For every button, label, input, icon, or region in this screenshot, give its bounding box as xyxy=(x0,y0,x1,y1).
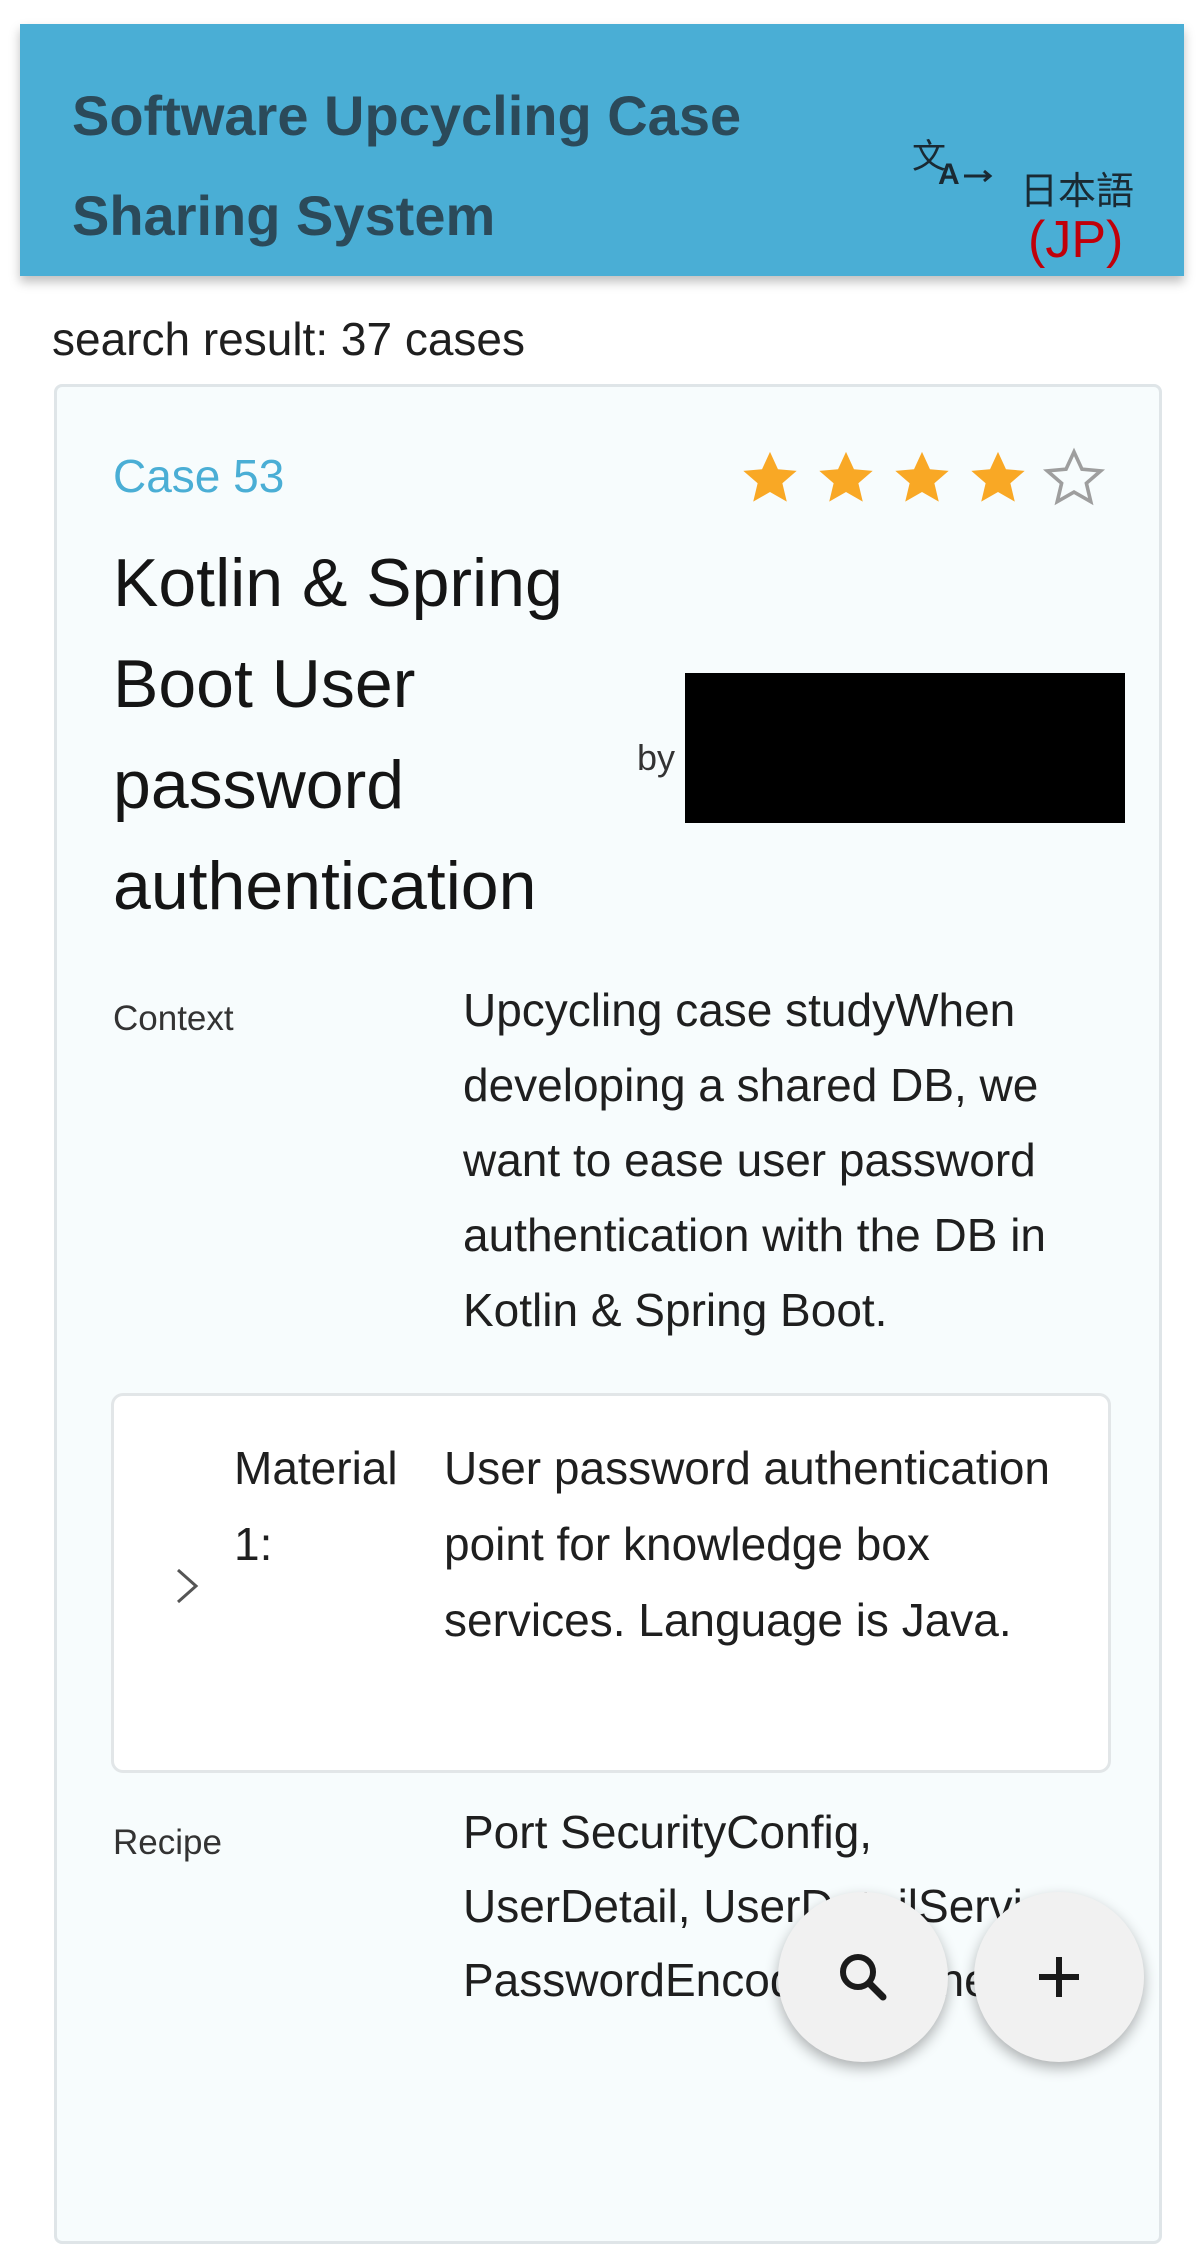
case-id-link[interactable]: Case 53 xyxy=(113,449,284,503)
context-text: Upcycling case studyWhen developing a sh… xyxy=(463,984,1047,1336)
app-title: Software Upcycling Case Sharing System xyxy=(72,84,742,247)
star-filled-icon[interactable] xyxy=(737,445,803,511)
recipe-label: Recipe xyxy=(113,1823,222,1862)
search-result-count: search result: 37 cases xyxy=(52,313,526,365)
author-by-label: by xyxy=(637,737,676,778)
material-text: User password authentication point for k… xyxy=(444,1442,1050,1646)
add-icon xyxy=(1039,1957,1079,1997)
language-switch-button[interactable]: 文 A 日本語 (JP) xyxy=(900,110,1160,269)
star-filled-icon[interactable] xyxy=(813,445,879,511)
case-title: Kotlin & Spring Boot User password authe… xyxy=(113,545,563,924)
svg-text:A: A xyxy=(938,158,960,191)
search-icon xyxy=(840,1954,887,2001)
chevron-right-icon[interactable] xyxy=(170,1562,204,1610)
star-filled-icon[interactable] xyxy=(889,445,955,511)
star-rating[interactable] xyxy=(737,445,1157,525)
add-case-button[interactable] xyxy=(974,1892,1144,2062)
context-label: Context xyxy=(113,999,234,1038)
language-label: 日本語 xyxy=(1020,169,1135,213)
star-outline-icon[interactable] xyxy=(1041,445,1107,511)
star-filled-icon[interactable] xyxy=(965,445,1031,511)
translate-icon: 文 A xyxy=(912,137,993,191)
material-expander[interactable]: Material 1: User password authentication… xyxy=(111,1393,1111,1773)
material-label: Material 1: xyxy=(234,1442,398,1570)
author-name-redacted xyxy=(685,673,1125,823)
search-button[interactable] xyxy=(778,1892,948,2062)
app-bar: Software Upcycling Case Sharing System 文… xyxy=(20,24,1184,276)
language-code: (JP) xyxy=(1028,211,1124,269)
